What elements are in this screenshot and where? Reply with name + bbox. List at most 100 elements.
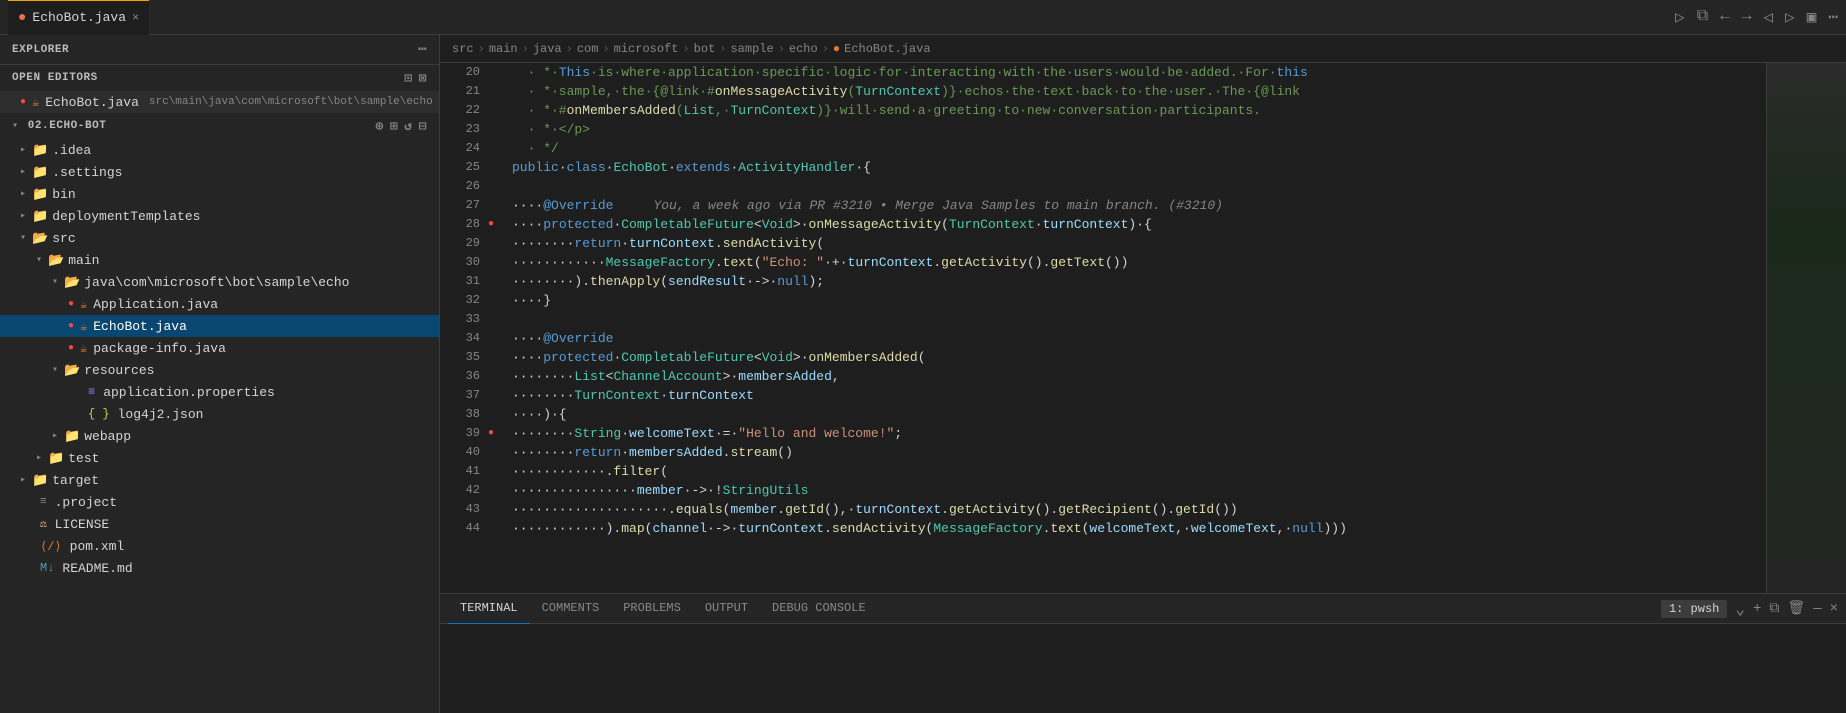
chevron-right-icon: ▸ [36, 452, 42, 464]
close-panel-icon[interactable]: × [1830, 601, 1838, 617]
breadcrumb-sep: › [522, 42, 529, 56]
project-icons: ⊕ ⊞ ↺ ⊟ [375, 119, 427, 134]
tree-item-settings[interactable]: ▸ 📁 .settings [0, 161, 439, 183]
tab-comments[interactable]: COMMENTS [530, 594, 612, 624]
code-line-30: ············MessageFactory.text("Echo: "… [512, 253, 1766, 272]
more-icon[interactable]: ⋯ [418, 41, 427, 58]
error-dot-28: ● [488, 219, 494, 230]
go-forward-icon[interactable]: → [1742, 7, 1752, 27]
chevron-down-icon[interactable]: ⌄ [1735, 599, 1745, 619]
new-file-icon[interactable]: ⊕ [375, 119, 383, 134]
code-editor[interactable]: · *·This·is·where·application·specific·l… [504, 63, 1766, 593]
more-icon[interactable]: ⋯ [1828, 7, 1838, 27]
tree-item-src[interactable]: ▾ 📂 src [0, 227, 439, 249]
save-all-icon[interactable]: ⊡ [404, 71, 412, 86]
close-all-icon[interactable]: ⊠ [419, 71, 427, 86]
output-tab-label: OUTPUT [705, 601, 748, 615]
breadcrumb-sep: › [566, 42, 573, 56]
gutter-32 [488, 291, 504, 310]
collapse-all-icon[interactable]: ⊟ [419, 119, 427, 134]
code-line-24: · */ [512, 139, 1766, 158]
tree-item-log4j2-json[interactable]: { } log4j2.json [0, 403, 439, 425]
tab-debug-console[interactable]: DEBUG CONSOLE [760, 594, 878, 624]
breadcrumb-microsoft[interactable]: microsoft [614, 42, 679, 56]
split-view-icon[interactable]: ▣ [1807, 7, 1817, 27]
ln-26: 26 [440, 177, 480, 196]
tab-echobot-java[interactable]: ● EchoBot.java × [8, 0, 149, 35]
ln-36: 36 [440, 367, 480, 386]
tree-item-webapp[interactable]: ▸ 📁 webapp [0, 425, 439, 447]
tree-item-idea[interactable]: ▸ 📁 .idea [0, 139, 439, 161]
run-icon[interactable]: ▷ [1675, 7, 1685, 27]
tree-item-license[interactable]: ⚖ LICENSE [0, 513, 439, 535]
gutter-44 [488, 519, 504, 538]
properties-icon: ≡ [88, 385, 95, 399]
open-changes-icon[interactable]: ◁ [1763, 7, 1773, 27]
error-icon: ● [68, 343, 74, 354]
terminal-content[interactable] [440, 624, 1846, 713]
tree-item-resources[interactable]: ▾ 📂 resources [0, 359, 439, 381]
gutter-27 [488, 196, 504, 215]
folder-icon: 📂 [64, 275, 80, 290]
tree-item-package-info[interactable]: ● ☕ package-info.java [0, 337, 439, 359]
split-terminal-icon[interactable]: ⧉ [1769, 601, 1779, 617]
breadcrumb-main[interactable]: main [489, 42, 518, 56]
java-file-icon: ☕ [80, 341, 87, 356]
close-tab-button[interactable]: × [132, 11, 139, 25]
tree-item-main[interactable]: ▾ 📂 main [0, 249, 439, 271]
ln-31: 31 [440, 272, 480, 291]
folder-icon: 📂 [64, 363, 80, 378]
comments-tab-label: COMMENTS [542, 601, 600, 615]
tree-item-bin[interactable]: ▸ 📁 bin [0, 183, 439, 205]
new-folder-icon[interactable]: ⊞ [390, 119, 398, 134]
breadcrumb-java[interactable]: java [533, 42, 562, 56]
gutter-43 [488, 500, 504, 519]
tree-item-application-java[interactable]: ● ☕ Application.java [0, 293, 439, 315]
gutter-39: ● [488, 424, 504, 443]
tab-problems[interactable]: PROBLEMS [611, 594, 693, 624]
tree-item-java-path[interactable]: ▾ 📂 java\com\microsoft\bot\sample\echo [0, 271, 439, 293]
breadcrumb-sep: › [719, 42, 726, 56]
breadcrumb-sep: › [778, 42, 785, 56]
refresh-icon[interactable]: ↺ [404, 119, 412, 134]
tree-item-echobot-java[interactable]: ● ☕ EchoBot.java [0, 315, 439, 337]
debug-icon[interactable]: ▷ [1785, 7, 1795, 27]
breadcrumb-src[interactable]: src [452, 42, 474, 56]
code-line-25: public·class·EchoBot·extends·ActivityHan… [512, 158, 1766, 177]
minimize-panel-icon[interactable]: — [1813, 601, 1821, 617]
breadcrumb-echo[interactable]: echo [789, 42, 818, 56]
breadcrumb-file[interactable]: EchoBot.java [844, 42, 930, 56]
file-label: package-info.java [93, 341, 226, 356]
split-editor-icon[interactable]: ⧉ [1697, 7, 1708, 27]
breadcrumb: src › main › java › com › microsoft › bo… [440, 35, 1846, 63]
ln-21: 21 [440, 82, 480, 101]
open-editor-path: src\main\java\com\microsoft\bot\sample\e… [149, 96, 433, 108]
tree-item-dot-project[interactable]: ≡ .project [0, 491, 439, 513]
tree-item-pom-xml[interactable]: ⟨/⟩ pom.xml [0, 535, 439, 557]
tab-terminal[interactable]: TERMINAL [448, 594, 530, 624]
kill-terminal-icon[interactable]: 🗑 [1787, 600, 1805, 617]
ln-32: 32 [440, 291, 480, 310]
error-icon: ● [68, 299, 74, 310]
code-line-26 [512, 177, 1766, 196]
folder-icon: 📁 [32, 209, 48, 224]
tree-item-deploymenttemplates[interactable]: ▸ 📁 deploymentTemplates [0, 205, 439, 227]
tab-output[interactable]: OUTPUT [693, 594, 760, 624]
tree-item-application-properties[interactable]: ≡ application.properties [0, 381, 439, 403]
breadcrumb-bot[interactable]: bot [694, 42, 716, 56]
ln-39: 39 [440, 424, 480, 443]
tree-item-readme-md[interactable]: M↓ README.md [0, 557, 439, 579]
open-editor-item[interactable]: ● ☕ EchoBot.java src\main\java\com\micro… [0, 91, 439, 113]
ln-35: 35 [440, 348, 480, 367]
gutter-20 [488, 63, 504, 82]
chevron-down-icon: ▾ [36, 254, 42, 266]
breadcrumb-com[interactable]: com [577, 42, 599, 56]
minimap-inner [1767, 63, 1846, 593]
breadcrumb-sample[interactable]: sample [730, 42, 773, 56]
tree-item-target[interactable]: ▸ 📁 target [0, 469, 439, 491]
go-back-icon[interactable]: ← [1720, 7, 1730, 27]
gutter-40 [488, 443, 504, 462]
tree-item-test[interactable]: ▸ 📁 test [0, 447, 439, 469]
file-label: log4j2.json [118, 407, 204, 422]
add-terminal-icon[interactable]: + [1753, 601, 1761, 617]
